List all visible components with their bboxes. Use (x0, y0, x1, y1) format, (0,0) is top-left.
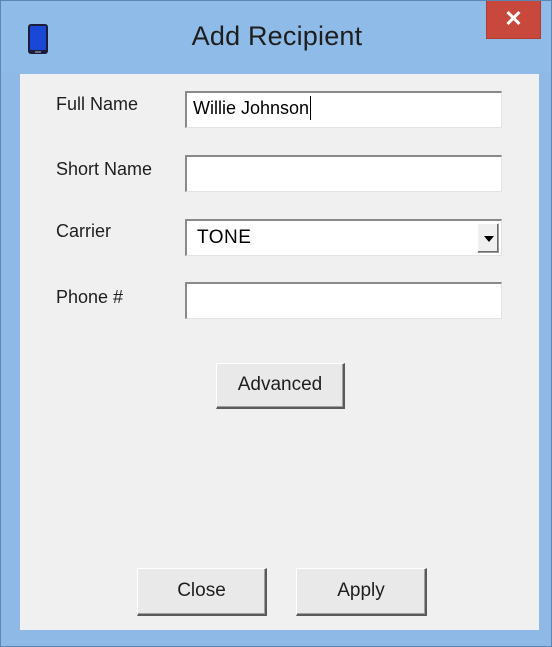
close-button[interactable]: Close (137, 568, 267, 616)
phone-number-field[interactable] (185, 282, 502, 319)
window-title: Add Recipient (191, 21, 363, 51)
close-window-button[interactable]: ✕ (486, 1, 541, 39)
carrier-value: TONE (197, 227, 252, 248)
carrier-select[interactable]: TONE (185, 219, 502, 256)
close-icon: ✕ (504, 6, 523, 31)
dialog-window: Add Recipient ✕ Full Name Willie Johnson… (0, 0, 552, 647)
title-bar[interactable]: Add Recipient ✕ (1, 1, 551, 73)
short-name-label: Short Name (56, 159, 153, 179)
full-name-label: Full Name (56, 94, 139, 114)
short-name-field[interactable] (185, 155, 502, 192)
carrier-dropdown-button[interactable] (477, 223, 499, 253)
phone-label: Phone # (56, 287, 124, 307)
advanced-button[interactable]: Advanced (216, 363, 345, 409)
dialog-body: Full Name Willie Johnson Short Name Carr… (20, 74, 539, 630)
chevron-down-icon (484, 236, 494, 242)
carrier-label: Carrier (56, 221, 112, 241)
apply-button[interactable]: Apply (296, 568, 427, 616)
full-name-value: Willie Johnson (193, 96, 312, 120)
full-name-field[interactable]: Willie Johnson (185, 91, 502, 128)
